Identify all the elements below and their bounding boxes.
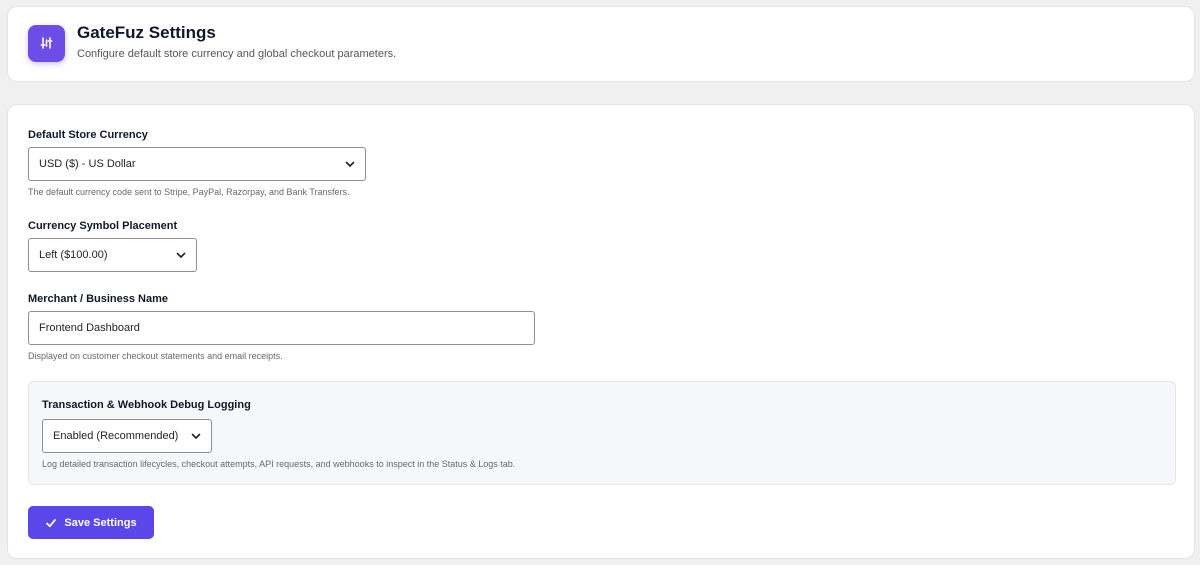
page-subtitle: Configure default store currency and glo… — [77, 48, 397, 60]
merchant-name-input[interactable] — [28, 311, 535, 345]
sliders-icon — [39, 37, 52, 49]
debug-logging-select[interactable]: Enabled (Recommended) — [42, 419, 212, 453]
symbol-placement-label: Currency Symbol Placement — [28, 220, 178, 232]
currency-label: Default Store Currency — [28, 129, 148, 141]
debug-logging-label: Transaction & Webhook Debug Logging — [42, 399, 251, 411]
merchant-name-help-text: Displayed on customer checkout statement… — [28, 351, 283, 361]
page-title: GateFuz Settings — [77, 23, 216, 42]
app-logo — [28, 24, 65, 62]
save-settings-button[interactable]: Save Settings — [28, 506, 154, 539]
debug-logging-value: Enabled (Recommended) — [53, 430, 179, 442]
symbol-placement-select[interactable]: Left ($100.00) — [28, 238, 197, 272]
debug-logging-help-text: Log detailed transaction lifecycles, che… — [42, 459, 516, 469]
chevron-down-icon — [191, 433, 201, 439]
currency-select-value: USD ($) - US Dollar — [39, 158, 136, 170]
checkmark-icon — [46, 518, 57, 527]
chevron-down-icon — [345, 161, 355, 167]
settings-header: GateFuz Settings Configure default store… — [7, 6, 1195, 82]
chevron-down-icon — [176, 252, 186, 258]
currency-select[interactable]: USD ($) - US Dollar — [28, 147, 366, 181]
settings-form: Default Store Currency USD ($) - US Doll… — [7, 104, 1195, 559]
currency-help-text: The default currency code sent to Stripe… — [28, 187, 350, 197]
merchant-name-label: Merchant / Business Name — [28, 293, 168, 305]
symbol-placement-value: Left ($100.00) — [39, 249, 108, 261]
debug-logging-panel: Transaction & Webhook Debug Logging Enab… — [28, 381, 1176, 485]
save-settings-label: Save Settings — [64, 516, 137, 529]
